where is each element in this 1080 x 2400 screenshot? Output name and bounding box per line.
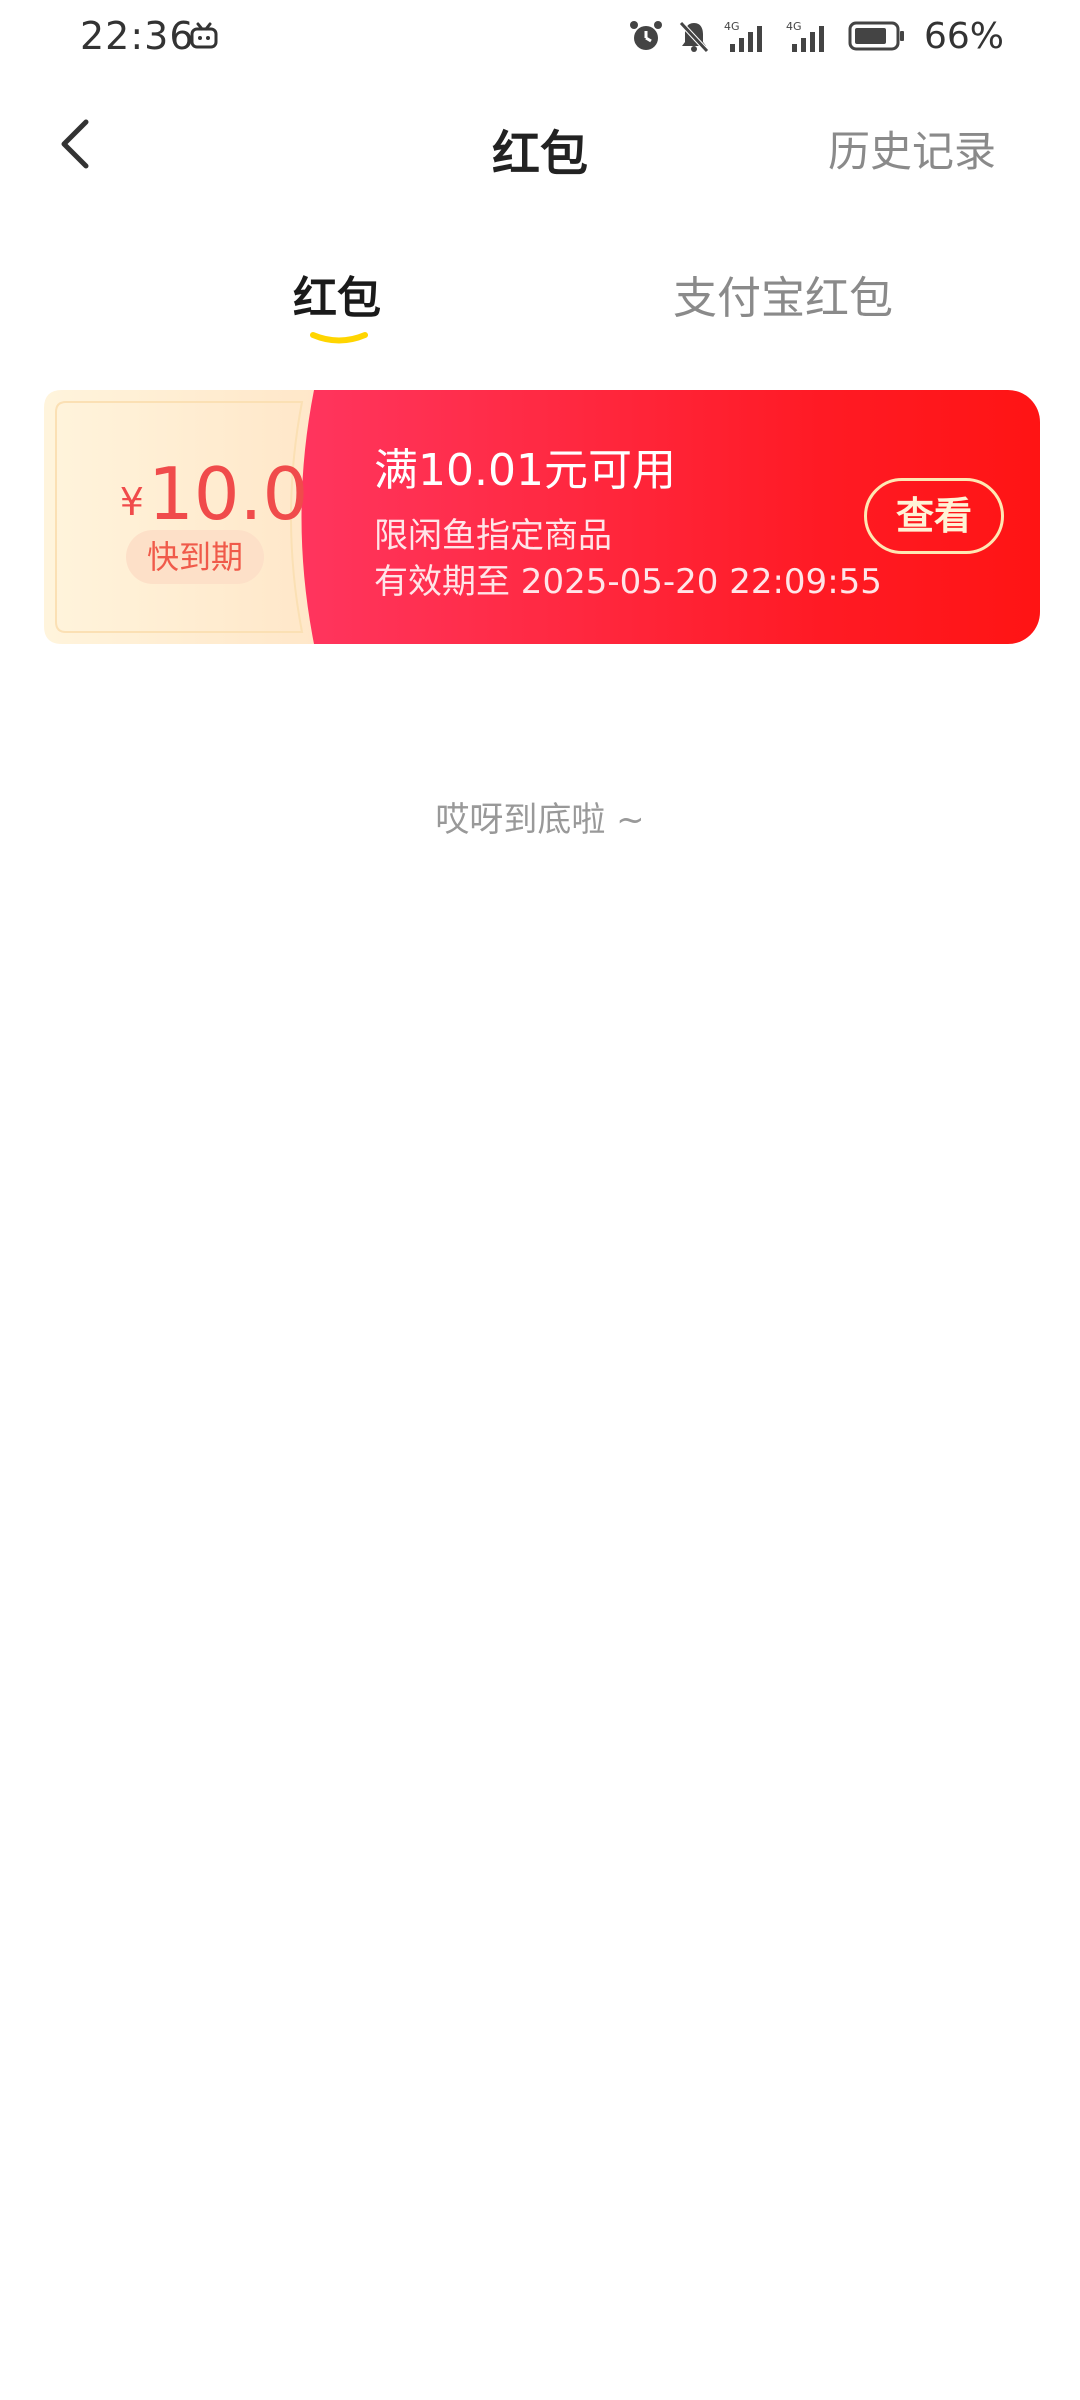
- tv-app-icon: [190, 22, 218, 49]
- mute-bell-icon: [679, 21, 709, 53]
- end-of-list-hint: 哎呀到底啦 ~: [435, 800, 645, 840]
- battery-percent: 66%: [923, 15, 1004, 57]
- status-time: 22:36: [80, 14, 195, 58]
- tab-active-indicator: [310, 332, 368, 344]
- svg-text:4G: 4G: [724, 20, 740, 33]
- coupon-card[interactable]: ¥10.0 快到期 满10.01元可用 限闲鱼指定商品 有效期至 2025-05…: [44, 390, 1040, 644]
- coupon-condition: 满10.01元可用: [374, 445, 676, 496]
- coupon-expiry: 有效期至 2025-05-20 22:09:55: [374, 562, 882, 602]
- battery-icon: [848, 21, 904, 51]
- nav-bar: 红包 历史记录: [0, 90, 1080, 200]
- status-bar: 22:36 4G 4G 66%: [0, 0, 1080, 76]
- view-button[interactable]: 查看: [864, 478, 1004, 554]
- alarm-icon: [629, 21, 662, 50]
- svg-text:4G: 4G: [786, 20, 802, 33]
- tab-bar: 红包 支付宝红包: [0, 262, 1080, 352]
- currency-symbol: ¥: [119, 480, 144, 524]
- tab-alipay-hongbao[interactable]: 支付宝红包: [673, 262, 893, 326]
- expiring-badge: 快到期: [126, 530, 264, 584]
- status-icons: 4G 4G 66%: [628, 15, 1004, 57]
- coupon-scope: 限闲鱼指定商品: [374, 516, 612, 556]
- coupon-amount: ¥10.0: [114, 452, 314, 536]
- coupon-value: 10.0: [147, 452, 309, 536]
- signal-icon: 4G: [786, 20, 824, 52]
- history-button[interactable]: 历史记录: [828, 118, 996, 179]
- tab-hongbao[interactable]: 红包: [293, 262, 381, 326]
- signal-icon: 4G: [724, 20, 762, 52]
